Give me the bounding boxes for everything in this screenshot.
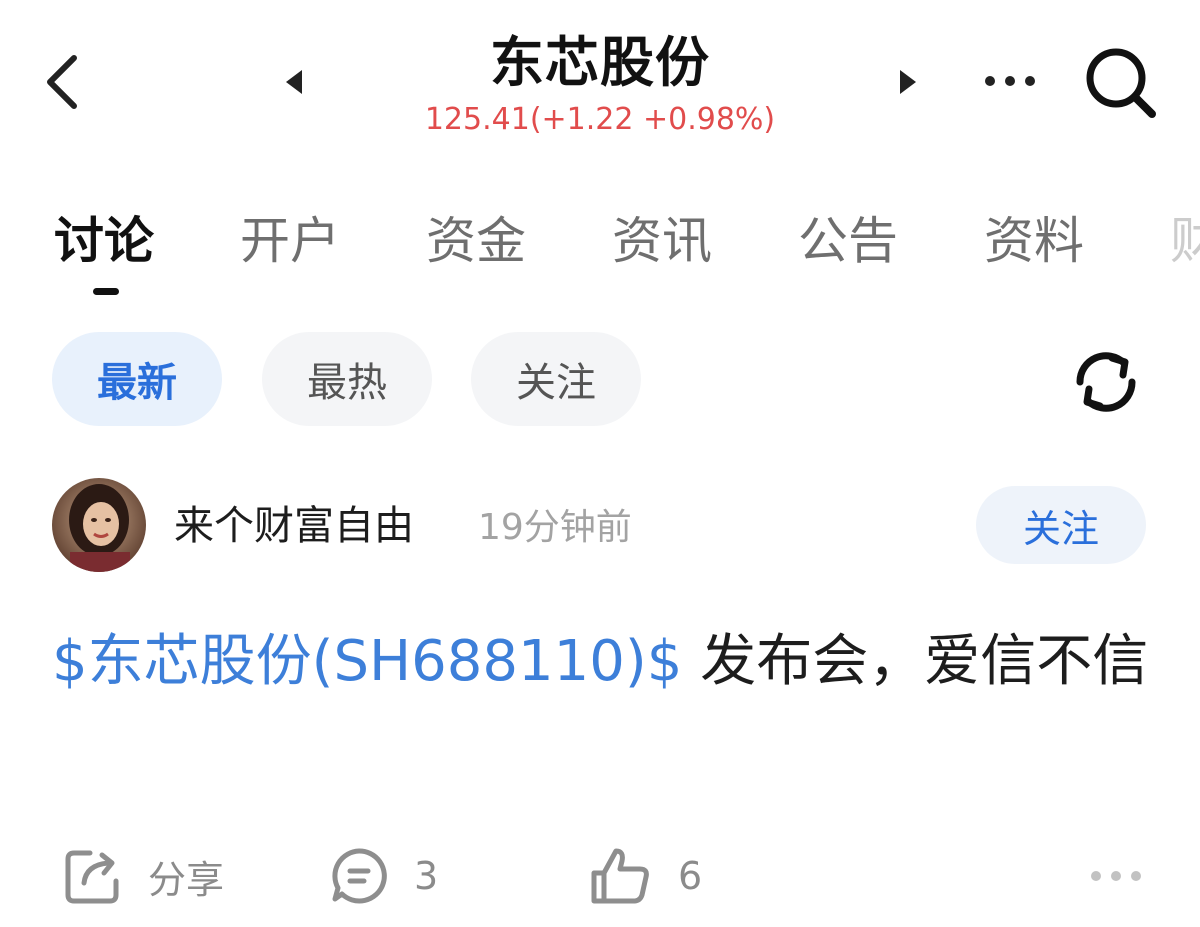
stock-mention-link[interactable]: $东芯股份(SH688110)$ <box>52 629 682 694</box>
stock-price: 125.41(+1.22 +0.98%) <box>424 102 776 137</box>
stock-name: 东芯股份 <box>490 31 710 94</box>
tab-announcements[interactable]: 公告 <box>798 208 898 274</box>
tab-discussion[interactable]: 讨论 <box>54 208 154 274</box>
like-count: 6 <box>678 854 703 898</box>
more-button[interactable] <box>980 66 1040 96</box>
post-card: 来个财富自由 19分钟前 关注 $东芯股份(SH688110)$ 发布会，爱信不… <box>0 478 1200 927</box>
filter-latest[interactable]: 最新 <box>52 332 222 426</box>
tab-financials[interactable]: 财 <box>1170 208 1200 274</box>
share-button[interactable]: 分享 <box>64 844 224 908</box>
feed-filters: 最新 最热 关注 <box>0 332 1200 428</box>
post-text: 发布会，爱信不信 <box>682 629 1149 694</box>
more-dots-icon <box>1091 871 1141 881</box>
more-dots-icon <box>985 76 1035 86</box>
filter-following[interactable]: 关注 <box>471 332 641 426</box>
comment-button[interactable]: 3 <box>330 844 438 908</box>
section-tabs: 讨论 开户 资金 资讯 公告 资料 财 <box>0 200 1200 310</box>
thumbs-up-icon <box>591 848 649 904</box>
top-bar: 东芯股份 125.41(+1.22 +0.98%) <box>0 0 1200 160</box>
stock-title: 东芯股份 125.41(+1.22 +0.98%) <box>330 28 870 140</box>
triangle-right-icon <box>900 70 916 94</box>
share-label: 分享 <box>148 857 225 902</box>
post-time: 19分钟前 <box>478 507 632 548</box>
next-stock-button[interactable] <box>892 64 922 100</box>
search-icon <box>1086 48 1156 118</box>
follow-button[interactable]: 关注 <box>976 486 1146 564</box>
avatar-image <box>52 478 146 572</box>
active-tab-indicator <box>93 288 119 295</box>
refresh-icon <box>1076 352 1136 412</box>
like-button[interactable]: 6 <box>590 844 702 908</box>
post-actions: 分享 3 6 <box>0 836 1200 916</box>
triangle-left-icon <box>286 70 302 94</box>
chevron-left-icon <box>47 55 77 109</box>
back-button[interactable] <box>38 50 88 114</box>
comment-count: 3 <box>414 854 439 898</box>
tab-news[interactable]: 资讯 <box>612 208 712 274</box>
stock-discussion-page: 东芯股份 125.41(+1.22 +0.98%) 讨论 开户 资金 资讯 公告… <box>0 0 1200 927</box>
author-name[interactable]: 来个财富自由 <box>174 500 414 552</box>
search-button[interactable] <box>1082 44 1162 124</box>
post-content[interactable]: $东芯股份(SH688110)$ 发布会，爱信不信 <box>52 616 1152 708</box>
tab-open-account[interactable]: 开户 <box>240 208 340 274</box>
tab-profile[interactable]: 资料 <box>984 208 1084 274</box>
refresh-button[interactable] <box>1068 344 1144 420</box>
post-more-button[interactable] <box>1088 866 1144 886</box>
filter-hot[interactable]: 最热 <box>262 332 432 426</box>
share-icon <box>65 850 119 904</box>
comment-icon <box>332 848 387 904</box>
prev-stock-button[interactable] <box>280 64 310 100</box>
tab-funds[interactable]: 资金 <box>426 208 526 274</box>
avatar[interactable] <box>52 478 146 572</box>
